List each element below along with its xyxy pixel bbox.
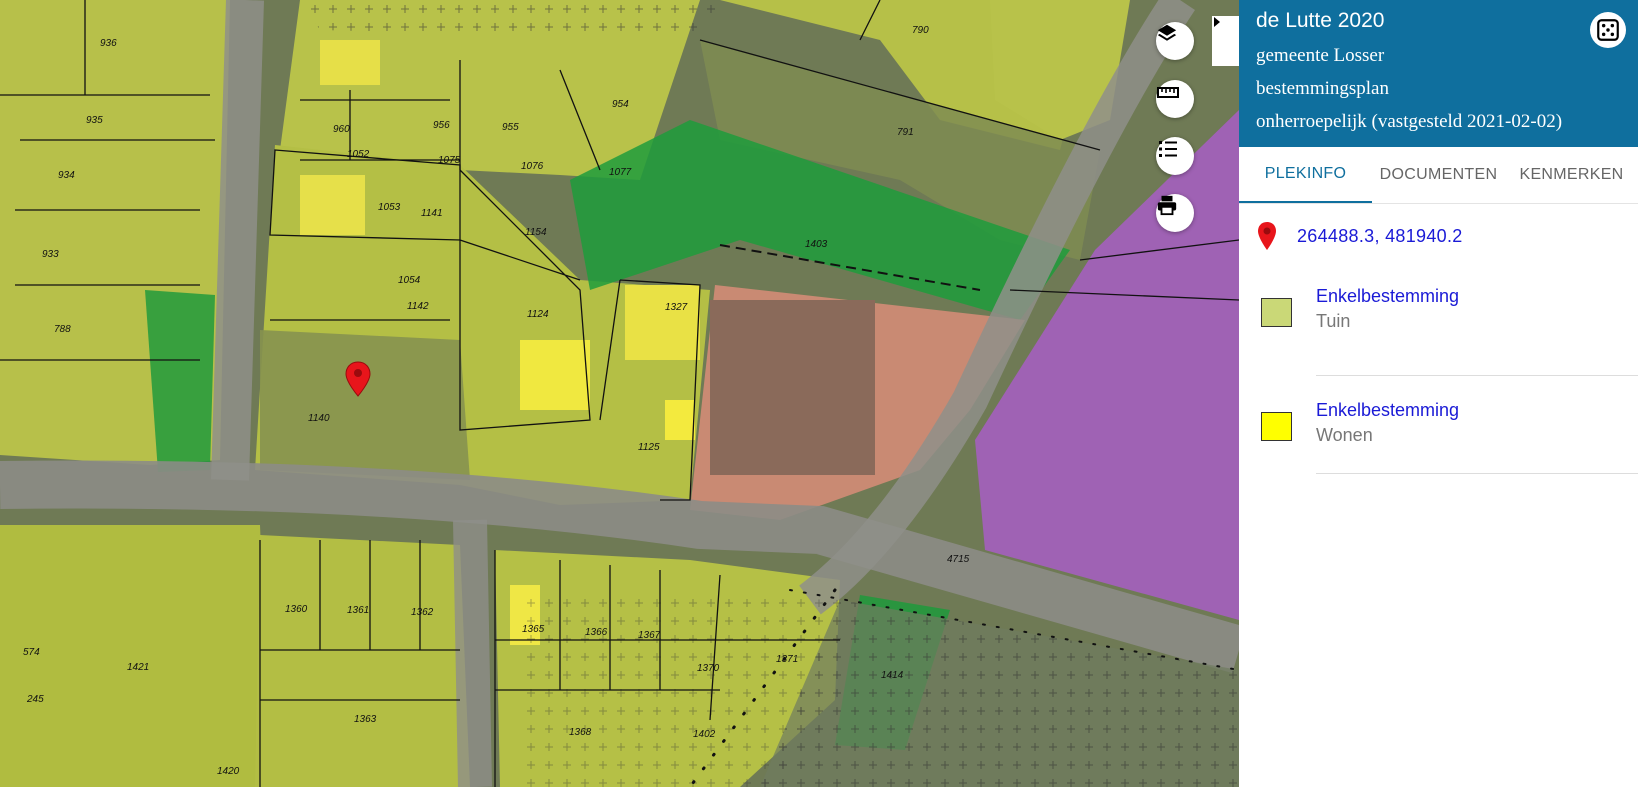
- coordinates-text[interactable]: 264488.3, 481940.2: [1297, 226, 1463, 247]
- legend-title[interactable]: Enkelbestemming: [1316, 398, 1459, 423]
- parcel-label: 1362: [411, 607, 434, 618]
- parcel-label: 960: [333, 124, 350, 135]
- print-button[interactable]: [1156, 194, 1194, 232]
- measure-button[interactable]: [1156, 80, 1194, 118]
- layers-button[interactable]: [1156, 22, 1194, 60]
- parcel-label: 1077: [609, 167, 632, 178]
- parcel-label: 791: [897, 127, 914, 138]
- divider: [1316, 473, 1638, 474]
- plan-type: bestemmingsplan: [1256, 78, 1389, 99]
- parcel-label: 1125: [638, 442, 660, 453]
- parcel-label: 1360: [285, 604, 308, 615]
- parcel-label: 1420: [217, 766, 240, 777]
- parcel-label: 1370: [697, 663, 720, 674]
- wonen-block[interactable]: [625, 285, 700, 360]
- legend-title[interactable]: Enkelbestemming: [1316, 284, 1459, 309]
- parcel-label: 1365: [522, 624, 545, 635]
- info-panel: de Lutte 2020 gemeente Losser bestemming…: [1239, 0, 1638, 787]
- parcel-label: 1367: [638, 630, 661, 641]
- panel-header: de Lutte 2020 gemeente Losser bestemming…: [1239, 0, 1638, 147]
- parcel-label: 956: [433, 120, 450, 131]
- parcel-label: 954: [612, 99, 629, 110]
- parcel-label: 1363: [354, 714, 377, 725]
- parcel-label: 1371: [776, 654, 798, 665]
- legend-swatch-tuin: [1261, 298, 1292, 327]
- building-church: [710, 300, 875, 475]
- parcel-label: 935: [86, 115, 103, 126]
- dice-icon: [1597, 19, 1619, 41]
- wonen-block[interactable]: [300, 175, 365, 235]
- parcel-label: 1414: [881, 670, 904, 681]
- plan-status: onherroepelijk (vastgesteld 2021-02-02): [1256, 111, 1563, 132]
- coordinate-row: 264488.3, 481940.2: [1239, 204, 1638, 254]
- zone-tuin-sw[interactable]: [0, 525, 270, 787]
- parcel-label: 1075: [438, 155, 461, 166]
- parcel-label: 1327: [665, 302, 688, 313]
- panel-tabs: PLEKINFO DOCUMENTEN KENMERKEN: [1239, 147, 1638, 204]
- parcel-label: 934: [58, 170, 75, 181]
- map-view[interactable]: 936 790 954 791 935 960 956 955 1052 1075 1076 1077…: [0, 0, 1239, 787]
- map-canvas[interactable]: 936 790 954 791 935 960 956 955 1052 1075 1076 1077…: [0, 0, 1239, 787]
- layers-icon: [1157, 24, 1177, 41]
- legend-list-button[interactable]: [1156, 137, 1194, 175]
- wonen-block[interactable]: [665, 400, 695, 440]
- legend-item-wonen[interactable]: Enkelbestemming Wonen: [1239, 376, 1638, 474]
- legend-item-tuin[interactable]: Enkelbestemming Tuin: [1239, 278, 1638, 376]
- parcel-label: 1366: [585, 627, 608, 638]
- parcel-label: 788: [54, 324, 71, 335]
- parcel-label: 245: [26, 694, 44, 705]
- parcel-label: 1124: [527, 309, 549, 320]
- parcel-label: 1361: [347, 605, 369, 616]
- list-icon: [1159, 141, 1177, 157]
- parcel-label: 790: [912, 25, 929, 36]
- wonen-block[interactable]: [520, 340, 590, 410]
- wonen-block[interactable]: [320, 40, 380, 85]
- parcel-label: 1141: [421, 208, 443, 219]
- parcel-label: 1402: [693, 729, 716, 740]
- zone-tuin-s[interactable]: [255, 535, 470, 787]
- legend-subtitle: Wonen: [1316, 425, 1373, 445]
- tab-plekinfo[interactable]: PLEKINFO: [1239, 147, 1372, 203]
- chevron-right-icon: [1214, 17, 1220, 27]
- parcel-label: 933: [42, 249, 59, 260]
- parcel-label: 955: [502, 122, 519, 133]
- parcel-label: 1421: [127, 662, 149, 673]
- plan-municipality: gemeente Losser: [1256, 45, 1385, 66]
- ruler-icon: [1157, 87, 1179, 98]
- parcel-label: 1054: [398, 275, 421, 286]
- plan-title: de Lutte 2020: [1256, 9, 1385, 32]
- parcel-label: 1403: [805, 239, 828, 250]
- tab-documenten[interactable]: DOCUMENTEN: [1372, 147, 1505, 203]
- legend-subtitle: Tuin: [1316, 311, 1351, 331]
- parcel-label: 936: [100, 38, 117, 49]
- parcel-label: 1154: [525, 227, 547, 238]
- parcel-label: 1052: [347, 149, 370, 160]
- parcel-label: 1140: [308, 413, 330, 424]
- collapse-panel-button[interactable]: [1212, 16, 1239, 66]
- zone-grey-garden[interactable]: [260, 330, 470, 480]
- parcel-label: 1368: [569, 727, 592, 738]
- map-pin-icon: [1258, 222, 1276, 250]
- printer-icon: [1157, 195, 1177, 216]
- random-location-button[interactable]: [1590, 12, 1626, 48]
- parcel-label: 1053: [378, 202, 401, 213]
- parcel-label: 574: [23, 647, 40, 658]
- parcel-label: 4715: [947, 554, 970, 565]
- parcel-label: 1076: [521, 161, 544, 172]
- legend-swatch-wonen: [1261, 412, 1292, 441]
- parcel-label: 1142: [407, 301, 429, 312]
- tab-kenmerken[interactable]: KENMERKEN: [1505, 147, 1638, 203]
